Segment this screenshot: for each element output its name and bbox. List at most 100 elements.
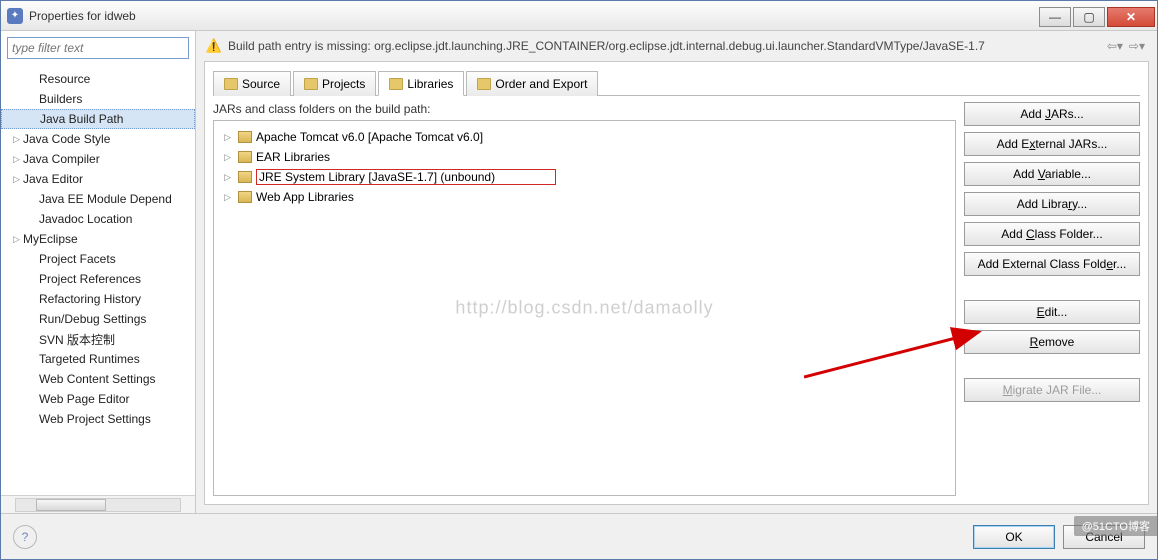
window-buttons: — ▢ ✕ bbox=[1039, 5, 1157, 27]
warning-bar: ⚠️ Build path entry is missing: org.ecli… bbox=[196, 31, 1157, 61]
add-external-class-folder-button[interactable]: Add External Class Folder... bbox=[964, 252, 1140, 276]
tab-icon bbox=[224, 78, 238, 90]
tab-order-and-export[interactable]: Order and Export bbox=[466, 71, 598, 96]
sidebar-item-javadoc-location[interactable]: Javadoc Location bbox=[1, 209, 195, 229]
ok-button[interactable]: OK bbox=[973, 525, 1055, 549]
filter-input[interactable] bbox=[7, 37, 189, 59]
tab-label: Libraries bbox=[407, 77, 453, 91]
tab-source[interactable]: Source bbox=[213, 71, 291, 96]
sidebar-item-label: Run/Debug Settings bbox=[39, 312, 146, 326]
expand-icon[interactable]: ▷ bbox=[224, 152, 234, 163]
sidebar-item-myeclipse[interactable]: ▷MyEclipse bbox=[1, 229, 195, 249]
sidebar-item-web-project-settings[interactable]: Web Project Settings bbox=[1, 409, 195, 429]
help-button[interactable]: ? bbox=[13, 525, 37, 549]
sidebar-item-refactoring-history[interactable]: Refactoring History bbox=[1, 289, 195, 309]
library-node[interactable]: ▷ Apache Tomcat v6.0 [Apache Tomcat v6.0] bbox=[218, 127, 951, 147]
tab-icon bbox=[304, 78, 318, 90]
tab-projects[interactable]: Projects bbox=[293, 71, 376, 96]
expand-icon[interactable]: ▷ bbox=[13, 134, 23, 145]
sidebar-item-label: Web Content Settings bbox=[39, 372, 156, 386]
library-label: EAR Libraries bbox=[256, 150, 330, 164]
sidebar-item-run-debug-settings[interactable]: Run/Debug Settings bbox=[1, 309, 195, 329]
header-nav-arrows: ⇦▾ ⇨▾ bbox=[1105, 39, 1147, 53]
add-library-button[interactable]: Add Library... bbox=[964, 192, 1140, 216]
nav-list[interactable]: ResourceBuildersJava Build Path▷Java Cod… bbox=[1, 65, 195, 495]
footer: ? OK Cancel bbox=[1, 513, 1157, 559]
sidebar-item-label: MyEclipse bbox=[23, 232, 78, 246]
sidebar-item-java-code-style[interactable]: ▷Java Code Style bbox=[1, 129, 195, 149]
sidebar-item-resource[interactable]: Resource bbox=[1, 69, 195, 89]
sidebar-item-java-compiler[interactable]: ▷Java Compiler bbox=[1, 149, 195, 169]
sidebar-item-label: Targeted Runtimes bbox=[39, 352, 140, 366]
tab-bar: Source Projects Libraries Order and Export bbox=[213, 70, 1140, 96]
titlebar[interactable]: ✦ Properties for idweb — ▢ ✕ bbox=[1, 1, 1157, 31]
tab-icon bbox=[389, 78, 403, 90]
expand-icon[interactable]: ▷ bbox=[224, 172, 234, 183]
back-arrow-icon[interactable]: ⇦▾ bbox=[1105, 39, 1125, 53]
sidebar: ResourceBuildersJava Build Path▷Java Cod… bbox=[1, 31, 196, 513]
library-node[interactable]: ▷ Web App Libraries bbox=[218, 187, 951, 207]
minimize-button[interactable]: — bbox=[1039, 7, 1071, 27]
tab-icon bbox=[477, 78, 491, 90]
sidebar-item-label: Java Build Path bbox=[40, 112, 123, 126]
expand-icon[interactable]: ▷ bbox=[13, 234, 23, 245]
sidebar-item-label: Resource bbox=[39, 72, 90, 86]
window-title: Properties for idweb bbox=[29, 9, 1039, 23]
sidebar-scrollbar[interactable] bbox=[1, 495, 195, 513]
warning-icon: ⚠️ bbox=[206, 38, 222, 54]
sidebar-item-label: Javadoc Location bbox=[39, 212, 132, 226]
sidebar-item-java-build-path[interactable]: Java Build Path bbox=[1, 109, 195, 129]
jar-icon bbox=[238, 131, 252, 143]
sidebar-item-label: Java Code Style bbox=[23, 132, 110, 146]
sidebar-item-targeted-runtimes[interactable]: Targeted Runtimes bbox=[1, 349, 195, 369]
close-button[interactable]: ✕ bbox=[1107, 7, 1155, 27]
add-jars-button[interactable]: Add JARs... bbox=[964, 102, 1140, 126]
forward-arrow-icon[interactable]: ⇨▾ bbox=[1127, 39, 1147, 53]
sidebar-item-label: Project References bbox=[39, 272, 141, 286]
tab-label: Projects bbox=[322, 77, 365, 91]
app-icon: ✦ bbox=[7, 8, 23, 24]
warning-text: Build path entry is missing: org.eclipse… bbox=[228, 39, 985, 53]
add-variable-button[interactable]: Add Variable... bbox=[964, 162, 1140, 186]
sidebar-item-label: Project Facets bbox=[39, 252, 116, 266]
properties-dialog: ✦ Properties for idweb — ▢ ✕ Resource Bui… bbox=[0, 0, 1158, 560]
edit-button[interactable]: Edit... bbox=[964, 300, 1140, 324]
maximize-button[interactable]: ▢ bbox=[1073, 7, 1105, 27]
tab-libraries[interactable]: Libraries bbox=[378, 71, 464, 96]
tab-label: Source bbox=[242, 77, 280, 91]
sidebar-item-label: SVN 版本控制 bbox=[39, 331, 115, 348]
sidebar-item-web-page-editor[interactable]: Web Page Editor bbox=[1, 389, 195, 409]
watermark-text: http://blog.csdn.net/damaolly bbox=[455, 298, 713, 319]
sidebar-item-java-editor[interactable]: ▷Java Editor bbox=[1, 169, 195, 189]
sidebar-item-project-references[interactable]: Project References bbox=[1, 269, 195, 289]
library-label: Apache Tomcat v6.0 [Apache Tomcat v6.0] bbox=[256, 130, 483, 144]
annotation-arrow-icon bbox=[804, 322, 994, 382]
library-label: Web App Libraries bbox=[256, 190, 354, 204]
jar-icon bbox=[238, 171, 252, 183]
corner-badge: @51CTO博客 bbox=[1074, 516, 1158, 536]
tab-label: Order and Export bbox=[495, 77, 587, 91]
expand-icon[interactable]: ▷ bbox=[224, 132, 234, 143]
sidebar-item-svn-[interactable]: SVN 版本控制 bbox=[1, 329, 195, 349]
scrollbar-thumb[interactable] bbox=[36, 499, 106, 511]
library-node[interactable]: ▷ EAR Libraries bbox=[218, 147, 951, 167]
add-class-folder-button[interactable]: Add Class Folder... bbox=[964, 222, 1140, 246]
library-label: JRE System Library [JavaSE-1.7] (unbound… bbox=[256, 169, 556, 185]
content-area: SourceProjectsLibrariesOrder and Export … bbox=[204, 61, 1149, 505]
sidebar-item-java-ee-module-depend[interactable]: Java EE Module Depend bbox=[1, 189, 195, 209]
sidebar-item-project-facets[interactable]: Project Facets bbox=[1, 249, 195, 269]
expand-icon[interactable]: ▷ bbox=[13, 174, 23, 185]
expand-icon[interactable]: ▷ bbox=[224, 192, 234, 203]
tree-label: JARs and class folders on the build path… bbox=[213, 102, 956, 116]
sidebar-item-builders[interactable]: Builders bbox=[1, 89, 195, 109]
sidebar-item-label: Java EE Module Depend bbox=[39, 192, 172, 206]
library-tree[interactable]: http://blog.csdn.net/damaolly ▷ Apache To… bbox=[213, 120, 956, 496]
dialog-body: ResourceBuildersJava Build Path▷Java Cod… bbox=[1, 31, 1157, 513]
add-external-jars-button[interactable]: Add External JARs... bbox=[964, 132, 1140, 156]
sidebar-item-label: Java Compiler bbox=[23, 152, 100, 166]
expand-icon[interactable]: ▷ bbox=[13, 154, 23, 165]
jar-icon bbox=[238, 151, 252, 163]
sidebar-item-label: Builders bbox=[39, 92, 82, 106]
sidebar-item-web-content-settings[interactable]: Web Content Settings bbox=[1, 369, 195, 389]
library-node[interactable]: ▷ JRE System Library [JavaSE-1.7] (unboun… bbox=[218, 167, 951, 187]
